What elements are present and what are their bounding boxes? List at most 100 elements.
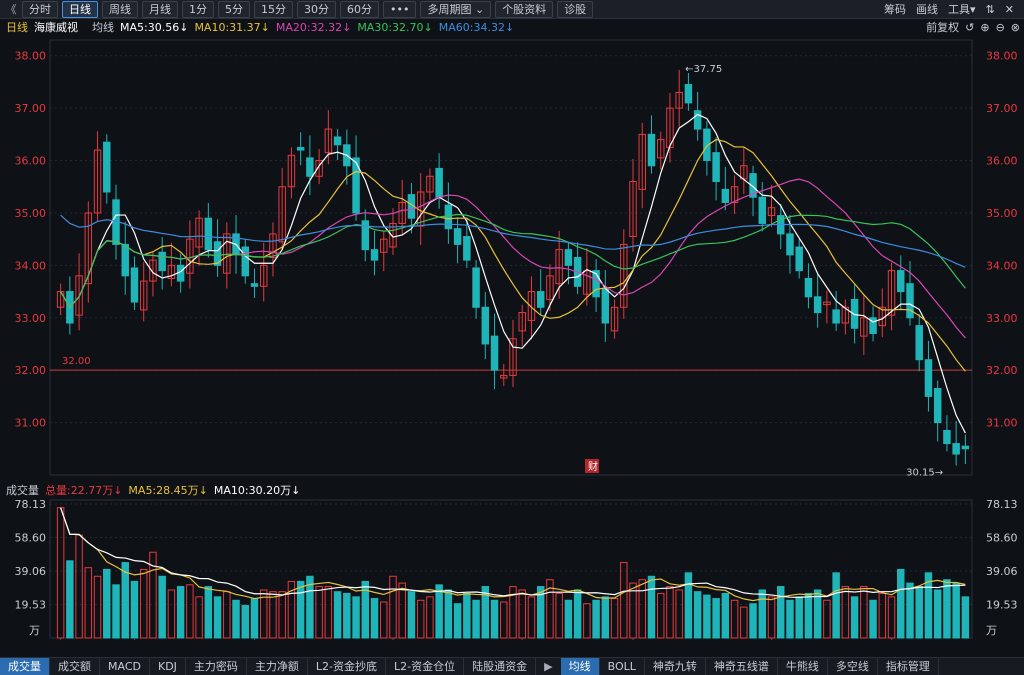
volume-bar xyxy=(306,575,314,639)
volume-bar xyxy=(546,579,554,639)
volume-bar xyxy=(620,562,628,639)
volume-bar xyxy=(740,606,748,639)
period-button-7[interactable]: 30分 xyxy=(297,0,336,18)
volume-bar xyxy=(832,572,840,639)
volume-bar xyxy=(767,596,776,639)
indicator-tab-7[interactable]: L2-资金仓位 xyxy=(386,658,465,675)
candle-body xyxy=(518,312,526,332)
indicator-tab-1[interactable]: 成交额 xyxy=(50,658,100,675)
overlay-tab-6[interactable]: 指标管理 xyxy=(878,658,939,675)
candle-body xyxy=(361,220,370,251)
indicator-tab-5[interactable]: 主力净额 xyxy=(247,658,308,675)
overlay-tab-2[interactable]: 神奇九转 xyxy=(645,658,706,675)
indicator-tab-8[interactable]: 陆股通资金 xyxy=(464,658,537,675)
period-button-9[interactable]: ••• xyxy=(383,0,417,18)
candle-body xyxy=(869,317,877,334)
candle-body xyxy=(259,264,268,287)
toolbar-right-0[interactable]: 筹码 xyxy=(884,1,906,17)
candle-body xyxy=(666,107,674,148)
volume-bar xyxy=(933,589,942,639)
volume-ma5-line xyxy=(60,507,966,602)
period-button-6[interactable]: 15分 xyxy=(254,0,293,18)
period-button-11[interactable]: 个股资料 xyxy=(495,0,554,18)
candle-body xyxy=(370,249,379,261)
candle-body xyxy=(453,228,462,245)
volume-ma10: MA10:30.20万↓ xyxy=(213,484,301,497)
toolbar-right-1[interactable]: 画线 xyxy=(916,1,938,17)
overlay-tab-3[interactable]: 神奇五线谱 xyxy=(706,658,778,675)
period-button-5[interactable]: 5分 xyxy=(218,0,250,18)
candle-body xyxy=(75,275,83,316)
toolbar-right-2[interactable]: 工具▾ xyxy=(948,1,976,17)
toolbar-right-4[interactable]: ✕ xyxy=(1005,3,1014,16)
volume-bar xyxy=(195,596,203,639)
volume-bar xyxy=(675,589,683,639)
price-legend: 日线 海康威视 均线 MA5:30.56↓ MA10:31.37↓ MA20:3… xyxy=(0,19,1024,35)
period-button-12[interactable]: 诊股 xyxy=(557,0,594,18)
period-button-1[interactable]: 日线 xyxy=(62,0,98,18)
overlay-tab-4[interactable]: 牛熊线 xyxy=(778,658,828,675)
overlay-tab-0[interactable]: 均线 xyxy=(560,658,600,675)
period-button-2[interactable]: 周线 xyxy=(102,0,138,18)
volume-bar xyxy=(398,582,406,639)
tabs-arrow-icon[interactable]: ▶ xyxy=(536,660,560,673)
candle-body xyxy=(112,199,120,245)
candle-body xyxy=(703,128,711,162)
volume-bar xyxy=(232,599,240,639)
volume-bar xyxy=(296,580,305,639)
candle-body xyxy=(278,186,286,243)
candle-body xyxy=(906,283,914,319)
volume-bar xyxy=(56,507,65,639)
candle-body xyxy=(121,243,129,277)
price-tick-left: 35.00 xyxy=(15,207,47,220)
zoom-out-icon[interactable]: ⊖ xyxy=(996,21,1005,34)
overlay-tab-5[interactable]: 多空线 xyxy=(828,658,878,675)
volume-bar xyxy=(777,586,785,639)
close-icon[interactable]: ⊗ xyxy=(1011,21,1020,34)
candle-body xyxy=(620,243,628,308)
ma20-label: MA20:32.32↓ xyxy=(275,20,352,34)
volume-bar xyxy=(721,592,730,639)
candle-body xyxy=(250,283,259,287)
candle-body xyxy=(269,233,277,259)
indicator-tab-2[interactable]: MACD xyxy=(100,658,150,675)
candle-body xyxy=(130,267,139,303)
volume-bar xyxy=(564,599,573,639)
period-button-3[interactable]: 月线 xyxy=(142,0,178,18)
volume-bar xyxy=(380,601,388,639)
candle-body xyxy=(841,306,850,324)
volume-bar xyxy=(186,584,194,639)
period-button-8[interactable]: 60分 xyxy=(340,0,379,18)
adjust-label[interactable]: 前复权 xyxy=(926,19,959,35)
period-button-4[interactable]: 1分 xyxy=(182,0,214,18)
toolbar-right-3[interactable]: ⇅ xyxy=(986,3,995,16)
overlay-tab-1[interactable]: BOLL xyxy=(600,658,645,675)
candle-body xyxy=(296,146,305,151)
indicator-tab-6[interactable]: L2-资金抄底 xyxy=(308,658,387,675)
indicator-tab-3[interactable]: KDJ xyxy=(150,658,186,675)
candle-body xyxy=(933,388,942,424)
zoom-in-icon[interactable]: ⊕ xyxy=(980,21,989,34)
volume-bar xyxy=(850,596,859,639)
price-panel-frame xyxy=(49,39,973,476)
indicator-tab-0[interactable]: 成交量 xyxy=(0,658,50,675)
period-button-0[interactable]: 分时 xyxy=(22,0,58,18)
volume-bar xyxy=(610,598,619,639)
back-icon[interactable]: 《 xyxy=(4,1,18,17)
volume-panel-frame xyxy=(49,499,973,639)
volume-bar xyxy=(693,591,702,639)
candle-body xyxy=(740,165,748,180)
volume-bar xyxy=(444,589,453,639)
indicator-tab-4[interactable]: 主力密码 xyxy=(186,658,247,675)
volume-bar xyxy=(250,598,259,639)
undo-icon[interactable]: ↺ xyxy=(965,21,974,34)
kline-chart[interactable]: 38.00 38.00 37.00 37.00 36.00 36.00 35.00 35.00… xyxy=(0,0,1024,640)
period-button-10[interactable]: 多周期图 ⌄ xyxy=(420,0,492,18)
volume-tick-right: 19.53 xyxy=(986,599,1018,612)
candle-body xyxy=(795,246,803,272)
avg-label[interactable]: 均线 xyxy=(92,19,114,35)
volume-bar xyxy=(158,575,166,639)
volume-bar xyxy=(943,579,951,639)
volume-bar xyxy=(518,589,526,639)
candle-body xyxy=(897,270,905,293)
